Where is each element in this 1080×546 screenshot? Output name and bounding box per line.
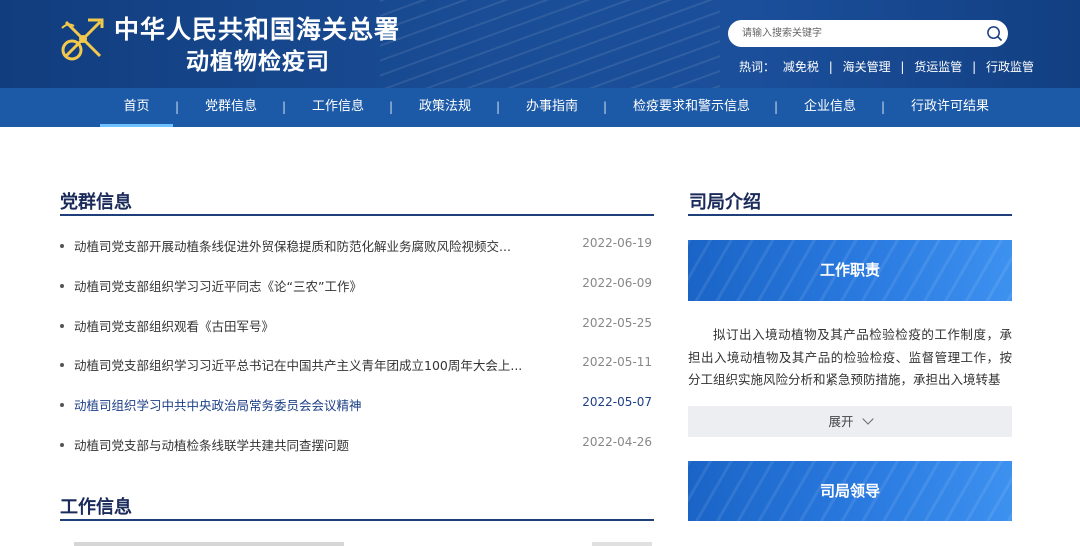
section-title-dept[interactable]: 司局介绍 bbox=[689, 188, 761, 214]
news-title[interactable]: 动植司党支部组织观看《古田军号》 bbox=[74, 316, 534, 335]
cutoff-date-placeholder bbox=[592, 542, 652, 546]
site-header: 中华人民共和国海关总署 动植物检疫司 热词： 减免税 | 海关管理 | 货运监管… bbox=[0, 0, 1080, 88]
news-title[interactable]: 动植司党支部组织学习习近平总书记在中国共产主义青年团成立100周年大会上... bbox=[74, 355, 534, 374]
news-item[interactable]: 动植司组织学习中共中央政治局常务委员会会议精神 2022-05-07 bbox=[60, 395, 652, 415]
section-rule bbox=[60, 214, 654, 216]
hot-words-label: 热词： bbox=[739, 60, 776, 74]
bullet-icon bbox=[60, 443, 64, 447]
search-box bbox=[728, 20, 1008, 47]
nav-item-work[interactable]: 工作信息 bbox=[312, 88, 364, 127]
leaders-banner[interactable]: 司局领导 bbox=[688, 461, 1012, 521]
nav-divider: | bbox=[603, 100, 608, 114]
news-title[interactable]: 动植司组织学习中共中央政治局常务委员会会议精神 bbox=[74, 395, 534, 414]
hot-word-separator: | bbox=[900, 60, 905, 74]
news-date: 2022-04-26 bbox=[582, 435, 652, 449]
nav-item-guide[interactable]: 办事指南 bbox=[526, 88, 578, 127]
news-item[interactable]: 动植司党支部组织学习习近平总书记在中国共产主义青年团成立100周年大会上... … bbox=[60, 355, 652, 375]
nav-item-enterprise[interactable]: 企业信息 bbox=[804, 88, 856, 127]
hot-words: 热词： 减免税 | 海关管理 | 货运监管 | 行政监管 bbox=[739, 58, 1034, 75]
nav-divider: | bbox=[774, 100, 779, 114]
nav-item-party[interactable]: 党群信息 bbox=[205, 88, 257, 127]
bullet-icon bbox=[60, 244, 64, 248]
hot-word-separator: | bbox=[972, 60, 977, 74]
duties-banner-label: 工作职责 bbox=[819, 261, 880, 279]
section-rule bbox=[688, 214, 1012, 216]
section-title-party[interactable]: 党群信息 bbox=[60, 188, 132, 214]
chevron-down-icon bbox=[861, 413, 874, 425]
duties-banner[interactable]: 工作职责 bbox=[688, 240, 1012, 301]
cutoff-text-placeholder bbox=[74, 542, 344, 546]
news-date: 2022-06-09 bbox=[582, 276, 652, 290]
site-subtitle: 动植物检疫司 bbox=[186, 48, 330, 75]
expand-label: 展开 bbox=[828, 414, 854, 429]
news-title[interactable]: 动植司党支部组织学习习近平同志《论“三农”工作》 bbox=[74, 276, 534, 295]
bullet-icon bbox=[60, 403, 64, 407]
customs-emblem-icon[interactable] bbox=[58, 14, 108, 64]
news-item[interactable]: 动植司党支部与动植检条线联学共建共同查摆问题 2022-04-26 bbox=[60, 435, 652, 455]
section-rule bbox=[60, 519, 654, 521]
nav-divider: | bbox=[496, 100, 501, 114]
news-item-cutoff bbox=[60, 538, 652, 546]
bullet-icon bbox=[60, 324, 64, 328]
search-icon[interactable] bbox=[986, 25, 1003, 42]
news-date: 2022-05-11 bbox=[582, 355, 652, 369]
nav-item-home[interactable]: 首页 bbox=[100, 88, 173, 127]
news-item[interactable]: 动植司党支部组织学习习近平同志《论“三农”工作》 2022-06-09 bbox=[60, 276, 652, 296]
leaders-banner-label: 司局领导 bbox=[819, 482, 880, 500]
hot-word-link[interactable]: 货运监管 bbox=[914, 58, 962, 75]
news-title[interactable]: 动植司党支部与动植检条线联学共建共同查摆问题 bbox=[74, 435, 534, 454]
main-nav: 首页 | 党群信息 | 工作信息 | 政策法规 | 办事指南 | 检疫要求和警示… bbox=[0, 88, 1080, 127]
bullet-icon bbox=[60, 284, 64, 288]
nav-divider: | bbox=[881, 100, 886, 114]
header-wave-decoration bbox=[380, 0, 720, 88]
news-item[interactable]: 动植司党支部组织观看《古田军号》 2022-05-25 bbox=[60, 316, 652, 336]
hot-word-link[interactable]: 海关管理 bbox=[843, 58, 891, 75]
nav-item-quarantine[interactable]: 检疫要求和警示信息 bbox=[633, 88, 750, 127]
nav-divider: | bbox=[175, 100, 180, 114]
nav-divider: | bbox=[282, 100, 287, 114]
news-item[interactable]: 动植司党支部开展动植条线促进外贸保稳提质和防范化解业务腐败风险视频交... 20… bbox=[60, 236, 652, 256]
news-date: 2022-06-19 bbox=[582, 236, 652, 250]
news-title[interactable]: 动植司党支部开展动植条线促进外贸保稳提质和防范化解业务腐败风险视频交... bbox=[74, 236, 534, 255]
news-date: 2022-05-25 bbox=[582, 316, 652, 330]
hot-word-link[interactable]: 行政监管 bbox=[986, 58, 1034, 75]
hot-word-link[interactable]: 减免税 bbox=[783, 58, 819, 75]
hot-word-separator: | bbox=[828, 60, 833, 74]
section-title-work[interactable]: 工作信息 bbox=[60, 493, 132, 519]
site-title: 中华人民共和国海关总署 bbox=[114, 15, 401, 44]
nav-divider: | bbox=[389, 100, 394, 114]
nav-item-license[interactable]: 行政许可结果 bbox=[911, 88, 989, 127]
bullet-icon bbox=[60, 363, 64, 367]
duties-text: 拟订出入境动植物及其产品检验检疫的工作制度，承担出入境动植物及其产品的检验检疫、… bbox=[688, 327, 1012, 387]
news-date: 2022-05-07 bbox=[582, 395, 652, 409]
expand-button[interactable]: 展开 bbox=[688, 406, 1012, 437]
search-input[interactable] bbox=[742, 24, 972, 43]
nav-item-policy[interactable]: 政策法规 bbox=[419, 88, 471, 127]
